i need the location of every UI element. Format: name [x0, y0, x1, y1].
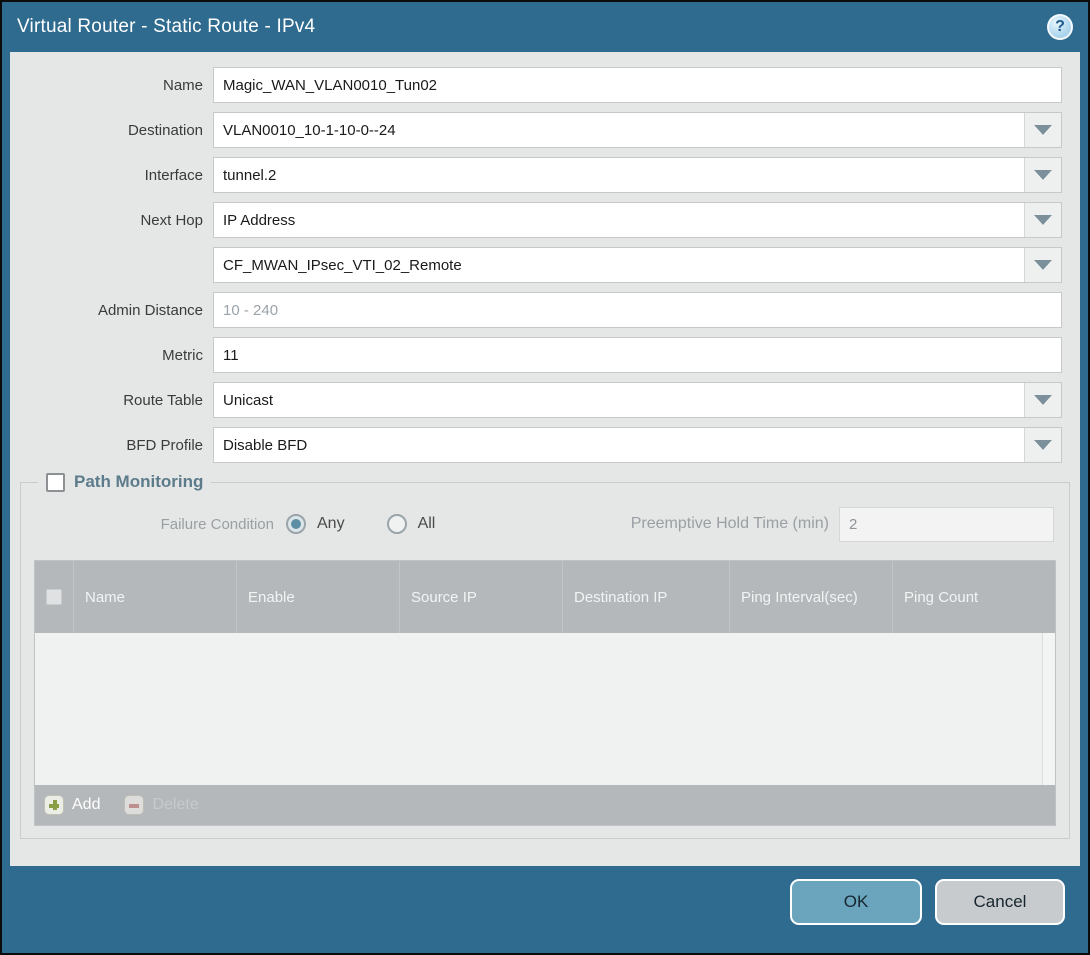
- bfd-profile-value[interactable]: Disable BFD: [214, 428, 1024, 462]
- destination-row: Destination VLAN0010_10-1-10-0--24: [10, 112, 1062, 148]
- chevron-down-icon: [1034, 440, 1052, 450]
- path-monitoring-legend: Path Monitoring: [38, 472, 211, 492]
- radio-all-label: All: [418, 515, 436, 533]
- minus-icon: [124, 795, 144, 815]
- table-header: Name Enable Source IP Destination IP Pin…: [35, 561, 1055, 633]
- path-monitoring-checkbox[interactable]: [46, 473, 65, 492]
- table-body-empty: [35, 633, 1055, 785]
- radio-all-icon[interactable]: [387, 514, 407, 534]
- preemptive-hold-time-input[interactable]: [839, 507, 1054, 542]
- cancel-button[interactable]: Cancel: [935, 879, 1065, 925]
- static-route-dialog: Virtual Router - Static Route - IPv4 ? N…: [2, 2, 1088, 953]
- column-header-ping-interval[interactable]: Ping Interval(sec): [730, 561, 893, 633]
- next-hop-address-dropdown-button[interactable]: [1024, 248, 1061, 282]
- metric-row: Metric: [10, 337, 1062, 373]
- dialog-title: Virtual Router - Static Route - IPv4: [17, 16, 315, 38]
- next-hop-row: Next Hop IP Address: [10, 202, 1062, 238]
- route-table-dropdown-button[interactable]: [1024, 383, 1061, 417]
- metric-input[interactable]: [213, 337, 1062, 373]
- column-header-ping-count[interactable]: Ping Count: [893, 561, 1055, 633]
- column-header-source-ip[interactable]: Source IP: [400, 561, 563, 633]
- ok-button[interactable]: OK: [790, 879, 922, 925]
- name-row: Name: [10, 67, 1062, 103]
- column-header-name[interactable]: Name: [74, 561, 237, 633]
- name-label: Name: [10, 77, 203, 94]
- radio-any-label: Any: [317, 515, 345, 533]
- next-hop-address-select[interactable]: CF_MWAN_IPsec_VTI_02_Remote: [213, 247, 1062, 283]
- screen: Virtual Router - Static Route - IPv4 ? N…: [0, 0, 1090, 955]
- failure-condition-any-option[interactable]: Any: [286, 514, 345, 534]
- route-table-row: Route Table Unicast: [10, 382, 1062, 418]
- destination-label: Destination: [10, 122, 203, 139]
- route-table-label: Route Table: [10, 392, 203, 409]
- path-monitoring-table: Name Enable Source IP Destination IP Pin…: [34, 560, 1056, 826]
- next-hop-type-value[interactable]: IP Address: [214, 203, 1024, 237]
- table-footer: Add Delete: [35, 785, 1055, 825]
- interface-select[interactable]: tunnel.2: [213, 157, 1062, 193]
- next-hop-address-value[interactable]: CF_MWAN_IPsec_VTI_02_Remote: [214, 248, 1024, 282]
- table-scrollbar-track[interactable]: [1042, 633, 1055, 785]
- chevron-down-icon: [1034, 395, 1052, 405]
- next-hop-address-row: CF_MWAN_IPsec_VTI_02_Remote: [10, 247, 1062, 283]
- bfd-profile-label: BFD Profile: [10, 437, 203, 454]
- chevron-down-icon: [1034, 260, 1052, 270]
- preemptive-hold-time-group: Preemptive Hold Time (min): [631, 507, 1054, 542]
- plus-icon: [44, 795, 64, 815]
- next-hop-type-dropdown-button[interactable]: [1024, 203, 1061, 237]
- next-hop-type-select[interactable]: IP Address: [213, 202, 1062, 238]
- name-input[interactable]: [213, 67, 1062, 103]
- failure-condition-row: Failure Condition Any All Preemptive Hol…: [34, 506, 1054, 542]
- interface-label: Interface: [10, 167, 203, 184]
- add-button-label: Add: [72, 796, 100, 814]
- help-icon[interactable]: ?: [1047, 14, 1073, 40]
- chevron-down-icon: [1034, 170, 1052, 180]
- route-table-value[interactable]: Unicast: [214, 383, 1024, 417]
- add-button[interactable]: Add: [44, 795, 100, 815]
- metric-label: Metric: [10, 347, 203, 364]
- column-header-enable[interactable]: Enable: [237, 561, 400, 633]
- bfd-profile-row: BFD Profile Disable BFD: [10, 427, 1062, 463]
- select-all-cell: [35, 561, 74, 633]
- interface-row: Interface tunnel.2: [10, 157, 1062, 193]
- select-all-checkbox[interactable]: [46, 589, 62, 605]
- interface-value[interactable]: tunnel.2: [214, 158, 1024, 192]
- admin-distance-label: Admin Distance: [10, 302, 203, 319]
- bfd-profile-dropdown-button[interactable]: [1024, 428, 1061, 462]
- bfd-profile-select[interactable]: Disable BFD: [213, 427, 1062, 463]
- destination-dropdown-button[interactable]: [1024, 113, 1061, 147]
- interface-dropdown-button[interactable]: [1024, 158, 1061, 192]
- dialog-footer: OK Cancel: [2, 866, 1088, 953]
- destination-select[interactable]: VLAN0010_10-1-10-0--24: [213, 112, 1062, 148]
- chevron-down-icon: [1034, 215, 1052, 225]
- dialog-body: Name Destination VLAN0010_10-1-10-0--24 …: [10, 52, 1080, 866]
- chevron-down-icon: [1034, 125, 1052, 135]
- admin-distance-input[interactable]: [213, 292, 1062, 328]
- destination-value[interactable]: VLAN0010_10-1-10-0--24: [214, 113, 1024, 147]
- delete-button-label: Delete: [152, 796, 198, 814]
- failure-condition-label: Failure Condition: [34, 516, 274, 533]
- delete-button[interactable]: Delete: [124, 795, 198, 815]
- route-table-select[interactable]: Unicast: [213, 382, 1062, 418]
- path-monitoring-title: Path Monitoring: [74, 472, 203, 492]
- preemptive-hold-time-label: Preemptive Hold Time (min): [631, 515, 829, 533]
- admin-distance-row: Admin Distance: [10, 292, 1062, 328]
- radio-any-icon[interactable]: [286, 514, 306, 534]
- column-header-destination-ip[interactable]: Destination IP: [563, 561, 730, 633]
- title-bar: Virtual Router - Static Route - IPv4 ?: [2, 2, 1088, 52]
- next-hop-label: Next Hop: [10, 212, 203, 229]
- path-monitoring-section: Path Monitoring Failure Condition Any Al…: [20, 472, 1070, 839]
- failure-condition-all-option[interactable]: All: [387, 514, 436, 534]
